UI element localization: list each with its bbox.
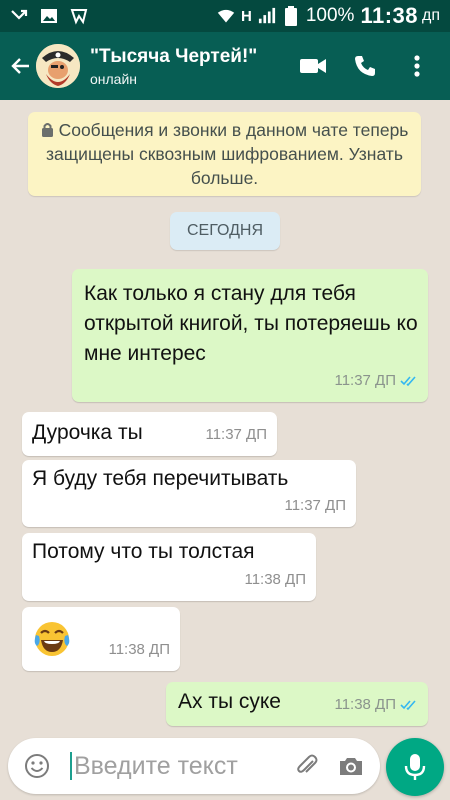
battery-percent: 100% (305, 5, 355, 26)
status-bar: H 100% 11:38 дп (0, 0, 450, 32)
message-text: Потому что ты толстая (32, 540, 255, 563)
message-bubble[interactable]: 11:38 ДП (22, 607, 180, 671)
camera-icon (340, 758, 362, 775)
message-bubble[interactable]: Я буду тебя перечитывать 11:37 ДП (22, 460, 356, 527)
more-options-button[interactable] (400, 49, 434, 83)
message-bubble[interactable]: Потому что ты толстая 11:38 ДП (22, 533, 316, 601)
date-separator: СЕГОДНЯ (170, 212, 280, 250)
message-time: 11:37 ДП (205, 426, 267, 443)
message-composer: Введите текст (8, 738, 380, 794)
video-call-button[interactable] (296, 49, 330, 83)
camera-button[interactable] (336, 751, 366, 781)
microphone-icon (404, 754, 426, 780)
network-type: H (240, 7, 252, 25)
read-ticks-icon (400, 700, 416, 711)
back-button[interactable] (2, 32, 40, 100)
chat-header: "Тысяча Чертей!" онлайн (0, 32, 450, 100)
encryption-notice[interactable]: Сообщения и звонки в данном чате теперь … (28, 112, 421, 196)
message-input[interactable]: Введите текст (70, 746, 292, 786)
video-call-icon (300, 59, 326, 73)
mail-icon (70, 7, 88, 25)
emoji-button[interactable] (22, 751, 52, 781)
message-text: Я буду тебя перечитывать (32, 467, 289, 490)
attach-button[interactable] (292, 751, 322, 781)
contact-name[interactable]: "Тысяча Чертей!" (90, 46, 280, 68)
message-time: 11:37 ДП (334, 372, 396, 389)
signal-icon (258, 7, 276, 25)
paperclip-icon (297, 754, 318, 773)
avatar[interactable] (36, 44, 80, 88)
gallery-icon (40, 7, 58, 25)
missed-call-icon (10, 7, 28, 25)
read-ticks-icon (400, 376, 416, 387)
phone-icon (355, 56, 375, 76)
clock-suffix: дп (422, 7, 440, 24)
message-bubble[interactable]: Как только я стану для тебя открытой кни… (72, 269, 428, 402)
wifi-icon (217, 7, 235, 25)
encryption-notice-text: Сообщения и звонки в данном чате теперь … (46, 120, 409, 188)
clock-time: 11:38 (360, 3, 418, 28)
voice-call-button[interactable] (348, 49, 382, 83)
message-time: 11:38 ДП (334, 696, 396, 713)
contact-status: онлайн (90, 70, 138, 87)
message-time: 11:38 ДП (244, 571, 306, 588)
lock-icon (41, 123, 53, 137)
smiley-icon (25, 754, 49, 778)
text-caret (70, 752, 72, 780)
message-text: Как только я стану для тебя открытой кни… (84, 282, 418, 365)
more-icon (414, 55, 420, 77)
tears-of-joy-emoji (34, 622, 70, 656)
back-arrow-icon (11, 58, 29, 74)
message-input-placeholder: Введите текст (74, 752, 238, 780)
message-bubble[interactable]: Дурочка ты 11:37 ДП (22, 412, 277, 456)
message-bubble[interactable]: Ах ты суке 11:38 ДП (166, 682, 428, 726)
message-time: 11:38 ДП (108, 641, 170, 658)
battery-icon (282, 6, 300, 26)
message-time: 11:37 ДП (284, 497, 346, 514)
chat-area[interactable]: Сообщения и звонки в данном чате теперь … (0, 100, 450, 730)
voice-record-button[interactable] (386, 738, 444, 796)
